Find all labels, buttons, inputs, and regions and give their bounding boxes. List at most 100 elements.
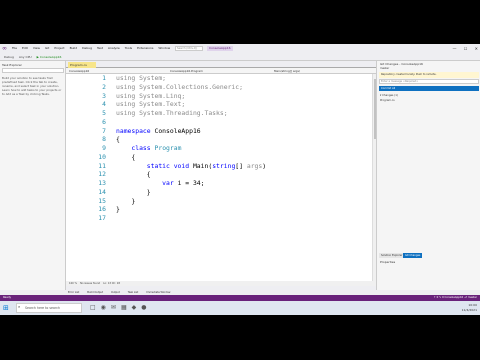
code-line[interactable]: using System.Threading.Tasks; — [116, 109, 266, 118]
line-number: 13 — [98, 179, 106, 187]
menu-item-analyze[interactable]: Analyze — [108, 46, 120, 50]
taskbar-app-icon[interactable]: ● — [141, 304, 151, 311]
close-button[interactable]: ✕ — [475, 46, 478, 51]
taskbar-app-icon[interactable]: ◉ — [101, 304, 111, 311]
task-search-input[interactable] — [2, 68, 64, 73]
menu-bar: File Edit View Git Project Build Debug Test Anal… — [12, 44, 187, 53]
code-line[interactable]: var i = 34; — [116, 179, 266, 188]
line-number: 14 — [98, 187, 106, 196]
document-tab-strip — [66, 61, 376, 68]
code-line[interactable]: static void Main(string[] args) — [116, 162, 266, 171]
taskbar-app-icon[interactable]: □ — [90, 304, 101, 311]
platform-dropdown[interactable]: Any CPU — [19, 55, 32, 59]
window-controls: — ☐ ✕ — [446, 44, 478, 53]
code-line[interactable]: } — [116, 205, 266, 214]
menu-item-git[interactable]: Git — [45, 46, 49, 50]
code-line[interactable]: { — [116, 135, 266, 144]
menu-item-tools[interactable]: Tools — [125, 46, 132, 50]
line-number: 16 — [98, 205, 106, 214]
line-number: 3 — [102, 91, 106, 100]
line-number: 11 — [98, 161, 106, 170]
menu-item-debug[interactable]: Debug — [82, 46, 92, 50]
menu-item-file[interactable]: File — [12, 46, 17, 50]
line-number-gutter: 1 2 3 4 5 6 7 8 9 10 11 12 13 14 15 16 17 — [66, 74, 110, 281]
clock-date: 11/4/2021 — [461, 308, 477, 312]
config-dropdown[interactable]: Debug — [4, 55, 14, 59]
menu-item-window[interactable]: Window — [158, 46, 170, 50]
changes-group[interactable]: ▾ Changes (1) — [380, 94, 398, 97]
issues-indicator[interactable]: No issues found — [80, 282, 100, 285]
code-line[interactable] — [116, 214, 266, 223]
status-text: Ready — [3, 296, 12, 299]
menu-item-edit[interactable]: Edit — [22, 46, 28, 50]
commit-all-button[interactable]: Commit All — [379, 86, 479, 91]
taskbar-app-icon[interactable]: ◆ — [132, 304, 142, 311]
line-number: 12 — [98, 170, 106, 179]
menu-item-view[interactable]: View — [33, 46, 40, 50]
changed-file-item[interactable]: Program.cs — [380, 99, 395, 102]
search-input[interactable]: Search (Ctrl+Q) — [175, 46, 203, 51]
toolbar: Debug Any CPU ▶ ConsoleApp16 — [0, 53, 480, 61]
tab-solution-explorer[interactable]: Solution Explorer — [379, 253, 405, 258]
line-number: 7 — [102, 126, 106, 135]
tab-error-list[interactable]: Error List — [68, 291, 79, 294]
line-number: 9 — [102, 144, 106, 152]
solution-name-badge: ConsoleApp16 — [207, 46, 233, 51]
code-line[interactable]: class Program — [116, 144, 266, 153]
menu-item-test[interactable]: Test — [97, 46, 103, 50]
windows-start-icon[interactable]: ⊞ — [3, 304, 11, 312]
task-explorer-title: Task Explorer — [2, 63, 22, 67]
code-line[interactable] — [116, 118, 266, 127]
code-line[interactable]: { — [116, 170, 266, 179]
code-line[interactable]: using System; — [116, 74, 266, 83]
tab-task-list[interactable]: Task List — [128, 291, 139, 294]
code-line[interactable]: using System.Text; — [116, 100, 266, 109]
branch-selector[interactable]: master — [380, 67, 389, 70]
properties-title: Properties — [380, 260, 396, 264]
minimize-button[interactable]: — — [452, 46, 456, 51]
task-explorer-help-text: Build your solution to see tasks from pr… — [2, 76, 62, 96]
line-number: 17 — [98, 214, 106, 222]
line-number: 5 — [102, 109, 106, 117]
maximize-button[interactable]: ☐ — [464, 46, 468, 51]
code-line[interactable]: namespace ConsoleApp16 — [116, 127, 266, 136]
menu-item-extensions[interactable]: Extensions — [137, 46, 153, 50]
code-editor[interactable]: 1 2 3 4 5 6 7 8 9 10 11 12 13 14 15 16 17 using System; u… — [66, 74, 372, 281]
line-number: 1 — [102, 74, 106, 82]
taskbar-search-input[interactable]: Search here to search — [16, 303, 82, 313]
task-explorer-panel: Task Explorer Build your solution to see… — [0, 61, 66, 290]
taskbar-app-icon[interactable]: ▦ — [121, 304, 132, 311]
title-bar: ∞ File Edit View Git Project Build Debug Test An… — [0, 44, 480, 53]
line-number: 15 — [98, 196, 106, 205]
code-line[interactable]: } — [116, 197, 266, 206]
windows-taskbar: ⊞ Search here to search ⌕ □◉✉▦◆● 10:00 1… — [0, 301, 480, 315]
repository-warning: Repository created locally. Push to remo… — [379, 72, 479, 78]
tab-build-output[interactable]: Build Output — [87, 291, 103, 294]
tab-immediate-window[interactable]: Immediate Window — [146, 291, 170, 294]
search-icon: ⌕ — [18, 304, 21, 309]
git-changes-title: Git Changes - ConsoleApp16 — [380, 62, 423, 66]
taskbar-app-icon[interactable]: ✉ — [111, 304, 121, 311]
tab-git-changes[interactable]: Git Changes — [403, 253, 423, 258]
tab-output[interactable]: Output — [111, 291, 120, 294]
editor-status-strip: 100 % No issues found Ln: 13 Ch: 18 — [66, 281, 376, 286]
code-line[interactable]: } — [116, 188, 266, 197]
cursor-position: Ln: 13 Ch: 18 — [103, 282, 120, 285]
code-line[interactable]: { — [116, 153, 266, 162]
taskbar-apps: □◉✉▦◆● — [90, 303, 152, 313]
commit-message-input[interactable]: Enter a message <Required> — [379, 79, 479, 84]
system-tray-clock[interactable]: 10:00 11/4/2021 — [462, 303, 477, 313]
run-button[interactable]: ▶ ConsoleApp16 — [37, 55, 62, 59]
code-line[interactable]: using System.Linq; — [116, 92, 266, 101]
menu-item-build[interactable]: Build — [70, 46, 78, 50]
git-changes-panel: Git Changes - ConsoleApp16 master Reposi… — [376, 61, 480, 290]
app-window: ∞ File Edit View Git Project Build Debug Test An… — [0, 44, 480, 315]
code-text[interactable]: using System; using System.Collections.Ge… — [116, 74, 266, 223]
code-line[interactable]: using System.Collections.Generic; — [116, 83, 266, 92]
visual-studio-logo-icon: ∞ — [2, 45, 7, 52]
line-number: 4 — [102, 100, 106, 109]
line-number: 10 — [98, 152, 106, 161]
menu-item-project[interactable]: Project — [54, 46, 64, 50]
line-number: 6 — [102, 117, 106, 126]
zoom-level[interactable]: 100 % — [69, 282, 77, 285]
